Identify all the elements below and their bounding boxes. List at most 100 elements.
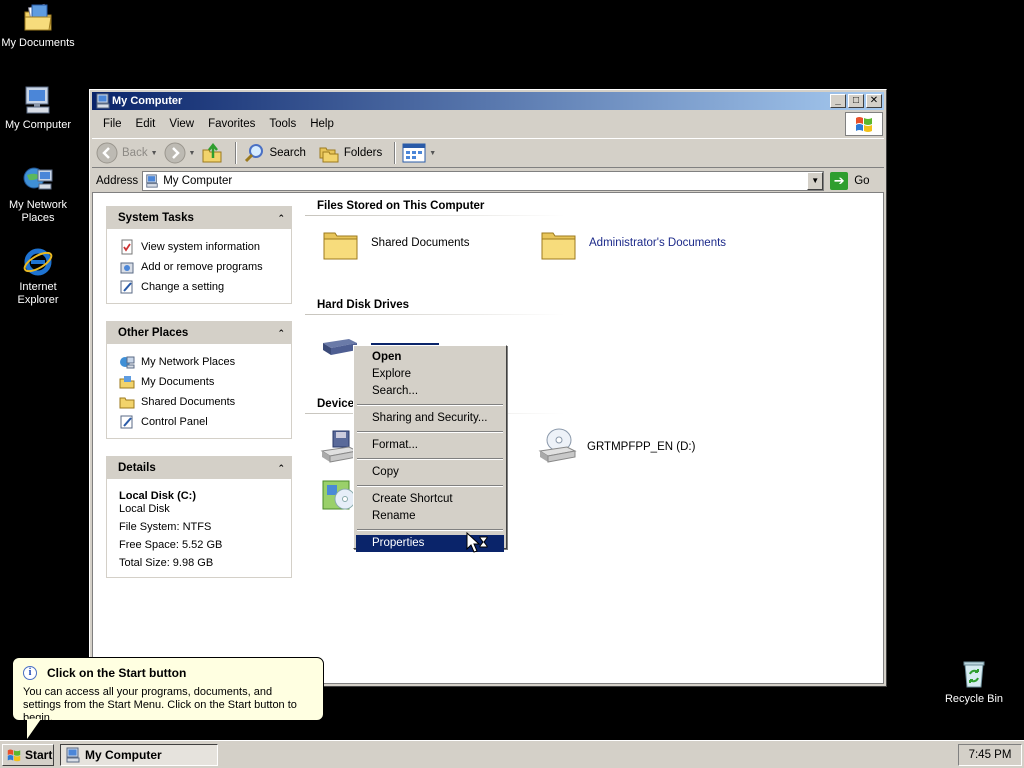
- desktop-icon-internet-explorer[interactable]: Internet Explorer: [0, 246, 76, 307]
- taskbar: Start My Computer 7:45 PM: [0, 740, 1024, 768]
- toolbar-separator: [394, 142, 397, 164]
- taskbar-my-computer[interactable]: My Computer: [60, 744, 218, 766]
- menu-item-open[interactable]: Open: [356, 349, 504, 366]
- desktop-icon-my-documents[interactable]: My Documents: [0, 2, 76, 50]
- task-add-remove-programs[interactable]: Add or remove programs: [119, 257, 291, 277]
- desktop-icon-my-computer[interactable]: My Computer: [0, 84, 76, 132]
- shared-documents-folder[interactable]: Shared Documents: [321, 223, 469, 263]
- cd-drive-icon: [538, 428, 577, 463]
- other-places-header[interactable]: Other Places ⌃: [107, 322, 291, 344]
- task-view-system-info[interactable]: View system information: [119, 237, 291, 257]
- folders-icon: [319, 147, 339, 163]
- collapse-icon[interactable]: ⌃: [277, 328, 285, 339]
- place-my-network-places[interactable]: My Network Places: [119, 352, 291, 372]
- windows-flag-icon: [845, 112, 883, 136]
- menu-file[interactable]: File: [96, 118, 129, 130]
- recycle-bin-icon: [963, 661, 985, 688]
- menu-item-search[interactable]: Search...: [356, 383, 504, 400]
- menu-favorites[interactable]: Favorites: [201, 118, 262, 130]
- control-panel-icon: [120, 415, 133, 429]
- go-button[interactable]: ➔ Go: [830, 172, 870, 190]
- up-folder-button[interactable]: [201, 142, 223, 164]
- info-icon: i: [23, 666, 37, 680]
- details-name: Local Disk (C:): [119, 490, 197, 502]
- desktop-icon-recycle-bin[interactable]: Recycle Bin: [936, 658, 1012, 706]
- details-header[interactable]: Details ⌃: [107, 457, 291, 479]
- busy-cursor-icon: [466, 532, 488, 553]
- title-bar[interactable]: My Computer _ □ ✕: [92, 92, 884, 110]
- up-folder-icon: [202, 142, 222, 163]
- forward-dropdown-icon[interactable]: ▼: [189, 150, 196, 157]
- menu-item-sharing-security[interactable]: Sharing and Security...: [356, 410, 504, 427]
- system-tasks-header[interactable]: System Tasks ⌃: [107, 207, 291, 229]
- place-my-documents[interactable]: My Documents: [119, 372, 291, 392]
- menu-separator: [357, 458, 503, 460]
- menu-help[interactable]: Help: [303, 118, 341, 130]
- forward-arrow-icon: [164, 142, 186, 164]
- address-bar: Address My Computer ▼ ➔ Go: [92, 170, 884, 192]
- change-setting-icon: [120, 280, 133, 294]
- back-button[interactable]: Back ▼: [96, 142, 158, 164]
- cd-drive-d[interactable]: GRTMPFPP_EN (D:): [537, 427, 695, 467]
- desktop-icon-label: My Computer: [4, 119, 72, 131]
- task-change-setting[interactable]: Change a setting: [119, 277, 291, 297]
- menu-separator: [357, 404, 503, 406]
- desktop-icon-network-places[interactable]: My Network Places: [0, 164, 76, 225]
- my-documents-icon: [119, 376, 135, 389]
- place-control-panel[interactable]: Control Panel: [119, 412, 291, 432]
- add-remove-programs-icon: [120, 262, 134, 274]
- other-places-panel: Other Places ⌃ My Network Places My Docu…: [106, 321, 292, 439]
- address-input[interactable]: My Computer ▼: [142, 171, 825, 191]
- desktop-icon-label: Internet Explorer: [17, 281, 59, 306]
- menu-bar: File Edit View Favorites Tools Help: [92, 112, 842, 136]
- folders-button[interactable]: Folders: [318, 142, 382, 164]
- menu-edit[interactable]: Edit: [129, 118, 163, 130]
- folder-icon: [541, 232, 576, 260]
- address-label: Address: [96, 175, 139, 187]
- search-icon: [245, 144, 264, 163]
- close-button[interactable]: ✕: [866, 94, 882, 108]
- maximize-button[interactable]: □: [848, 94, 864, 108]
- administrator-documents-folder[interactable]: Administrator's Documents: [539, 223, 726, 263]
- internet-explorer-icon: [23, 248, 53, 276]
- place-shared-documents[interactable]: Shared Documents: [119, 392, 291, 412]
- minimize-button[interactable]: _: [830, 94, 846, 108]
- toolbar: Back ▼ ▼ Search Folders ▼: [92, 138, 884, 168]
- menu-item-rename[interactable]: Rename: [356, 508, 504, 525]
- menu-item-format[interactable]: Format...: [356, 437, 504, 454]
- desktop-icon-label: My Network Places: [8, 199, 68, 224]
- start-button[interactable]: Start: [2, 744, 54, 766]
- section-hard-disk-drives: Hard Disk Drives: [317, 299, 410, 311]
- back-dropdown-icon[interactable]: ▼: [151, 150, 158, 157]
- forward-button[interactable]: ▼: [164, 142, 196, 164]
- menu-item-create-shortcut[interactable]: Create Shortcut: [356, 491, 504, 508]
- section-divider: [305, 215, 565, 216]
- views-button[interactable]: ▼: [402, 143, 436, 163]
- my-documents-icon: [24, 3, 52, 31]
- menu-tools[interactable]: Tools: [262, 118, 303, 130]
- my-computer-icon: [146, 174, 158, 188]
- start-balloon-tooltip[interactable]: i Click on the Start button You can acce…: [12, 657, 324, 724]
- system-clock[interactable]: 7:45 PM: [958, 744, 1022, 766]
- section-devices: Device: [317, 398, 355, 410]
- section-divider: [305, 314, 565, 315]
- details-type: Local Disk: [119, 503, 170, 515]
- my-computer-icon: [96, 93, 110, 109]
- folder-icon: [119, 397, 135, 409]
- views-dropdown-icon[interactable]: ▼: [429, 150, 436, 157]
- search-button[interactable]: Search: [243, 142, 306, 164]
- menu-view[interactable]: View: [162, 118, 201, 130]
- back-arrow-icon: [96, 142, 118, 164]
- menu-item-copy[interactable]: Copy: [356, 464, 504, 481]
- balloon-body: You can access all your programs, docume…: [23, 686, 297, 724]
- details-panel: Details ⌃ Local Disk (C:) Local Disk Fil…: [106, 456, 292, 578]
- collapse-icon[interactable]: ⌃: [277, 213, 285, 224]
- collapse-icon[interactable]: ⌃: [277, 463, 285, 474]
- details-total-size: Total Size: 9.98 GB: [119, 557, 214, 569]
- network-places-icon: [23, 167, 53, 190]
- my-computer-icon: [25, 86, 50, 114]
- menu-item-explore[interactable]: Explore: [356, 366, 504, 383]
- address-dropdown-button[interactable]: ▼: [807, 172, 824, 190]
- balloon-tail-fill: [27, 719, 41, 739]
- network-places-icon: [120, 356, 135, 369]
